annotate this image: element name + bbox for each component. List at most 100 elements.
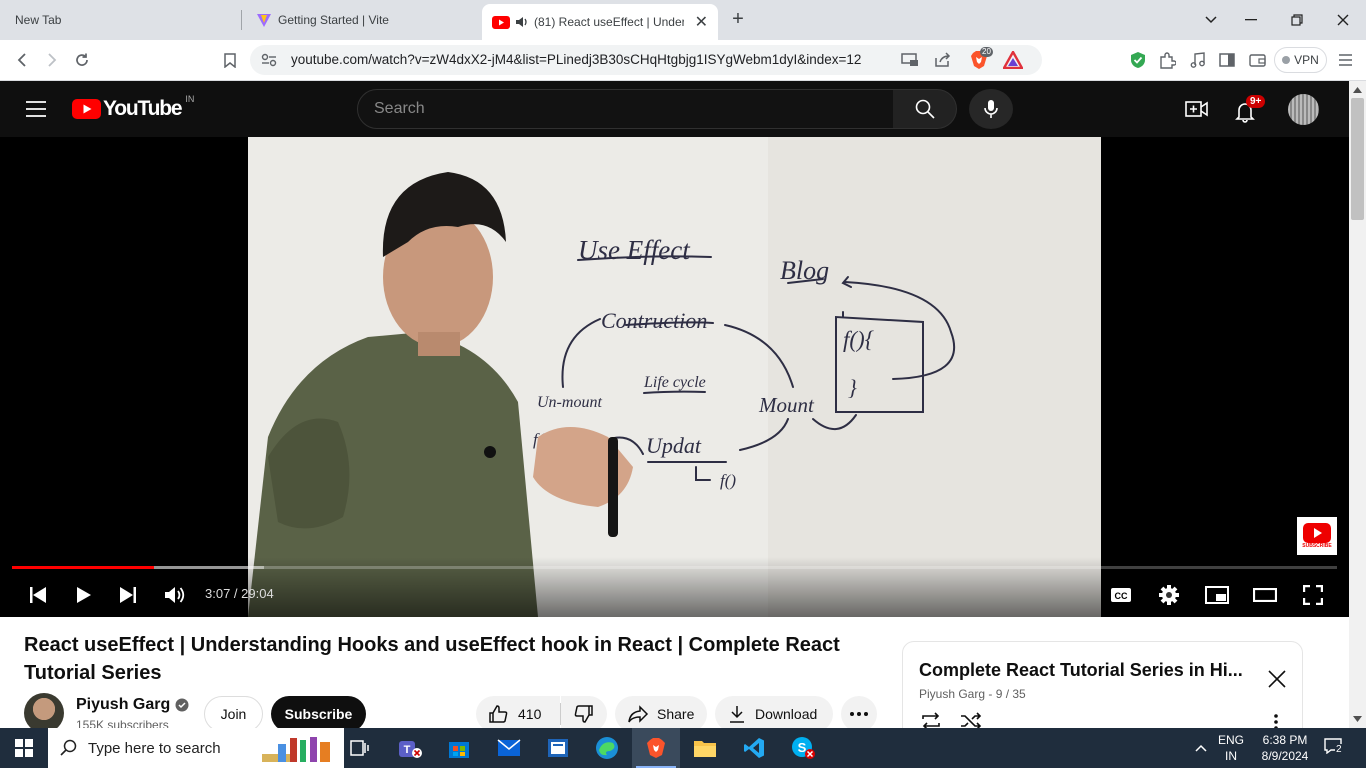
svg-text:CC: CC — [1115, 591, 1128, 601]
site-info-icon[interactable] — [261, 53, 277, 67]
download-icon — [730, 706, 744, 723]
voice-search-button[interactable] — [969, 89, 1013, 129]
like-button[interactable]: 410 — [476, 696, 560, 732]
tab-label: Getting Started | Vite — [278, 13, 389, 27]
thumbs-up-icon — [489, 705, 508, 723]
show-hidden-icons-icon[interactable] — [1195, 744, 1207, 752]
task-view-button[interactable] — [336, 728, 384, 768]
tab-label: (81) React useEffect | Underst — [534, 15, 684, 29]
page-scrollbar[interactable] — [1349, 81, 1366, 728]
tab-separator — [241, 10, 242, 30]
bookmark-icon[interactable] — [217, 48, 243, 72]
vscode-app[interactable] — [730, 728, 778, 768]
browser-toolbar: youtube.com/watch?v=zW4dxX2-jM4&list=PLi… — [0, 40, 1366, 81]
media-icon — [548, 739, 568, 757]
previous-button[interactable] — [20, 577, 56, 613]
windows-taskbar: Type here to search T S ENG IN 6:38 PM 8… — [0, 728, 1366, 768]
brave-rewards-icon[interactable] — [1003, 51, 1023, 69]
create-video-icon[interactable] — [1185, 100, 1209, 118]
svg-text:Use Effect: Use Effect — [578, 235, 691, 265]
close-playlist-icon[interactable] — [1268, 670, 1286, 688]
dislike-button[interactable] — [561, 696, 607, 732]
whiteboard-scene: Use Effect Blog Contruction Life cycle U… — [248, 137, 1101, 617]
clock[interactable]: 6:38 PM 8/9/2024 — [1252, 732, 1318, 764]
fullscreen-button[interactable] — [1295, 577, 1331, 613]
menu-icon[interactable] — [1332, 48, 1358, 72]
teams-app[interactable]: T — [386, 728, 434, 768]
captions-button[interactable]: CC — [1103, 577, 1139, 613]
reload-icon[interactable] — [69, 48, 95, 72]
vpn-button[interactable]: VPN — [1274, 47, 1327, 73]
video-player[interactable]: Use Effect Blog Contruction Life cycle U… — [0, 137, 1349, 617]
tab-vite[interactable]: Getting Started | Vite — [244, 0, 480, 40]
tab-new-tab[interactable]: New Tab — [0, 0, 240, 40]
tab-youtube-active[interactable]: (81) React useEffect | Underst ✕ — [482, 4, 718, 40]
close-window-button[interactable] — [1320, 0, 1366, 40]
start-button[interactable] — [0, 728, 48, 768]
extensions-icon[interactable] — [1154, 48, 1180, 72]
channel-name-row[interactable]: Piyush Garg — [76, 696, 189, 714]
restore-button[interactable] — [1274, 0, 1320, 40]
settings-button[interactable] — [1151, 577, 1187, 613]
join-button[interactable]: Join — [204, 696, 263, 732]
channel-avatar[interactable] — [24, 693, 64, 733]
back-icon[interactable] — [9, 48, 35, 72]
avatar[interactable] — [1288, 94, 1319, 125]
more-horizontal-icon — [850, 712, 868, 716]
search-button[interactable] — [893, 89, 957, 129]
new-tab-button[interactable]: + — [728, 9, 748, 31]
tab-label: New Tab — [15, 13, 62, 27]
music-icon[interactable] — [1184, 48, 1210, 72]
tab-strip: New Tab Getting Started | Vite (81) Reac… — [0, 0, 1366, 40]
play-button[interactable] — [66, 577, 102, 613]
brave-shields-icon[interactable]: 20 — [970, 47, 993, 70]
brave-app[interactable] — [632, 728, 680, 768]
playlist-title[interactable]: Complete React Tutorial Series in Hi... — [919, 660, 1254, 681]
skip-previous-icon — [30, 587, 46, 603]
address-bar[interactable]: youtube.com/watch?v=zW4dxX2-jM4&list=PLi… — [250, 45, 1042, 75]
speaker-icon[interactable] — [515, 16, 529, 28]
skype-app[interactable]: S — [779, 728, 827, 768]
scroll-down-arrow-icon[interactable] — [1353, 716, 1362, 722]
taskbar-search[interactable]: Type here to search — [48, 728, 344, 768]
shield-check-icon[interactable] — [1130, 51, 1146, 69]
language-indicator[interactable]: ENG IN — [1214, 732, 1248, 764]
media-app[interactable] — [534, 728, 582, 768]
cc-icon: CC — [1111, 588, 1131, 602]
action-center-button[interactable]: 2 — [1324, 738, 1348, 758]
theater-mode-button[interactable] — [1247, 577, 1283, 613]
scroll-up-arrow-icon[interactable] — [1353, 87, 1362, 93]
subscribe-label: Subscribe — [284, 706, 353, 722]
download-button[interactable]: Download — [715, 696, 833, 732]
progress-bar[interactable] — [12, 566, 1337, 569]
url-text[interactable]: youtube.com/watch?v=zW4dxX2-jM4&list=PLi… — [291, 52, 861, 67]
volume-button[interactable] — [157, 577, 193, 613]
share-button[interactable]: Share — [615, 696, 707, 732]
forward-icon[interactable] — [39, 48, 65, 72]
notification-count: 2 — [1335, 744, 1343, 755]
mail-app[interactable] — [485, 728, 533, 768]
file-explorer-app[interactable] — [681, 728, 729, 768]
next-button[interactable] — [110, 577, 146, 613]
notifications-button[interactable]: 9+ — [1234, 95, 1266, 123]
wallet-icon[interactable] — [1244, 48, 1270, 72]
share-icon[interactable] — [934, 52, 952, 68]
close-tab-icon[interactable]: ✕ — [695, 12, 708, 32]
youtube-logo[interactable]: YouTube IN — [72, 94, 194, 120]
channel-name[interactable]: Piyush Garg — [76, 696, 170, 714]
store-app[interactable] — [435, 728, 483, 768]
subscribe-button[interactable]: Subscribe — [271, 696, 366, 732]
region-code: IN — [185, 94, 195, 104]
sidebar-icon[interactable] — [1214, 48, 1240, 72]
language-code: ENG — [1217, 733, 1244, 747]
gear-icon — [1159, 585, 1179, 605]
scroll-thumb[interactable] — [1351, 98, 1364, 220]
search-input[interactable]: Search — [357, 89, 894, 129]
minimize-button[interactable] — [1228, 0, 1274, 40]
subscribe-watermark[interactable]: SUBSCRIBE — [1297, 517, 1337, 555]
edge-app[interactable] — [583, 728, 631, 768]
miniplayer-button[interactable] — [1199, 577, 1235, 613]
cast-icon[interactable] — [901, 53, 919, 67]
more-actions-button[interactable] — [841, 696, 877, 732]
hamburger-menu-icon[interactable] — [26, 101, 46, 117]
